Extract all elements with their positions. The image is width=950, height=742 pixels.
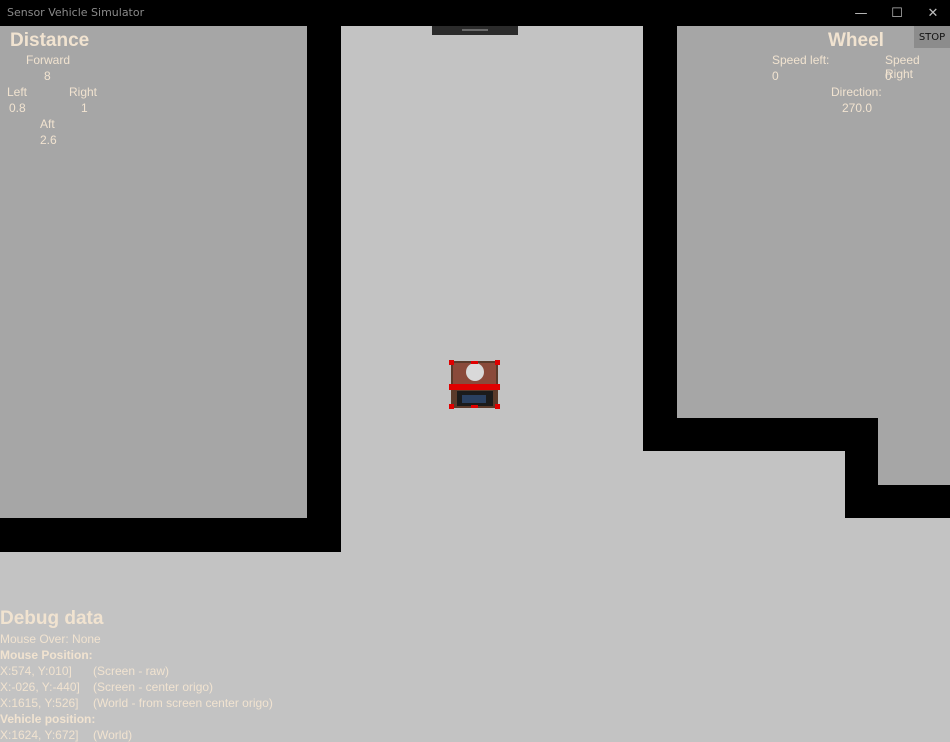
aft-value: 2.6 [40,133,57,147]
aft-label: Aft [40,117,55,131]
direction-value: 270.0 [842,101,873,115]
right-label: Right [69,85,98,99]
left-room [0,26,307,518]
window-title: Sensor Vehicle Simulator [7,6,145,19]
world-mouse-row: X:1615, Y:526] (World - from screen cent… [0,696,273,710]
vehicle-position-label: Vehicle position: [0,712,96,726]
close-button[interactable]: ✕ [915,0,950,26]
screen-center-row: X:-026, Y:-440] (Screen - center origo) [0,680,213,694]
vehicle[interactable] [449,360,500,409]
minimize-button[interactable]: — [843,0,879,26]
mouse-position-label: Mouse Position: [0,648,93,662]
direction-label: Direction: [831,85,882,99]
maximize-icon: ☐ [891,5,903,21]
speed-right-value: 0 [885,69,892,83]
forward-value: 8 [44,69,51,83]
forward-label: Forward [26,53,71,67]
screen-raw-row: X:574, Y:010] (Screen - raw) [0,664,169,678]
close-icon: ✕ [927,5,939,21]
speed-left-label: Speed left: [772,53,830,67]
right-value: 1 [81,101,88,115]
left-value: 0.8 [9,101,26,115]
vehicle-position-value: X:1624, Y:672] [0,728,79,742]
speed-right-label: Speed Right [885,53,920,81]
maximize-button[interactable]: ☐ [879,0,915,26]
right-room-extension [878,418,950,485]
grip-icon [462,29,488,31]
left-wall-horizontal [0,518,341,552]
screen-raw-desc: (Screen - raw) [93,664,170,678]
right-wall-bottom [845,485,950,518]
world-mouse-value: X:1615, Y:526] [0,696,79,710]
top-grab-handle[interactable] [432,26,518,35]
title-bar: Sensor Vehicle Simulator — ☐ ✕ [0,0,950,26]
stop-button[interactable]: STOP [914,26,950,48]
world-mouse-desc: (World - from screen center origo) [93,696,273,710]
distance-title: Distance [10,30,90,51]
right-wall-vertical [643,26,677,451]
screen-center-desc: (Screen - center origo) [93,680,214,694]
screen-center-value: X:-026, Y:-440] [0,680,80,694]
debug-title: Debug data [0,608,104,629]
wheel-title: Wheel [828,30,884,51]
vehicle-position-desc: (World) [93,728,133,742]
right-wall-horizontal [643,418,878,451]
screen-raw-value: X:574, Y:010] [0,664,72,678]
vehicle-icon [449,360,500,409]
minimize-icon: — [854,5,868,21]
right-room [677,26,950,418]
mouse-over-text: Mouse Over: None [0,632,101,646]
left-label: Left [7,85,28,99]
left-wall-vertical [307,26,341,552]
speed-left-value: 0 [772,69,779,83]
vehicle-position-row: X:1624, Y:672] (World) [0,728,132,742]
